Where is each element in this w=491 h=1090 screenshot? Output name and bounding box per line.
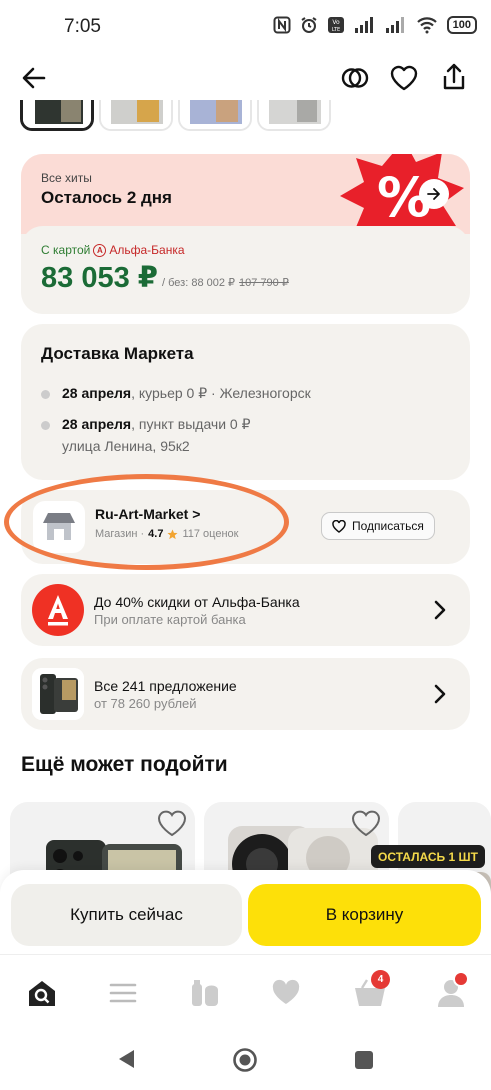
nav-products[interactable]: [185, 975, 225, 1011]
promo-arrow-button[interactable]: [419, 179, 449, 209]
heart-outline-icon[interactable]: [156, 808, 188, 838]
delivery-text: , курьер 0 ₽ · Железногорск: [131, 385, 311, 401]
buy-panel: Купить сейчас В корзину: [0, 870, 491, 954]
status-bar: 7:05 Vo LTE 100: [0, 0, 491, 54]
shop-rating: 4.7: [148, 528, 164, 540]
price-without-card: / без: 88 002 ₽: [162, 277, 236, 289]
star-icon: [167, 528, 178, 539]
promo-title: Осталось 2 дня: [41, 188, 172, 207]
bullet-icon: [41, 389, 50, 399]
pickup-address: улица Ленина, 95к2: [62, 438, 190, 454]
chevron-right-icon: >: [192, 506, 201, 522]
thumbnail-2[interactable]: [99, 100, 173, 131]
heart-outline-icon: [332, 519, 346, 533]
shop-logo-icon: [33, 501, 85, 553]
bank-name: Альфа-Банка: [109, 243, 185, 257]
signal-icon-2: [385, 17, 404, 33]
shop-card[interactable]: Ru-Art-Market > Магазин · 4.7 117 оценок…: [21, 490, 470, 564]
price-with-card: 83 053 ₽: [41, 262, 158, 294]
recents-square-icon[interactable]: [354, 1050, 374, 1070]
chevron-right-icon: [434, 600, 446, 620]
alarm-icon: [301, 17, 317, 33]
delivery-text: , пункт выдачи 0 ₽: [131, 416, 251, 432]
alfa-logo-icon: A: [93, 243, 107, 257]
stock-badge: ОСТАЛАСЬ 1 ШТ: [371, 845, 485, 868]
nav-favorites[interactable]: [266, 975, 306, 1011]
alfa-card-line: С картой A Альфа-Банка: [41, 243, 185, 257]
cart-count-badge: 4: [371, 970, 390, 989]
home-icon: [29, 981, 55, 1006]
thumbnail-1[interactable]: [20, 100, 94, 131]
shop-reviews: 117 оценок: [182, 528, 239, 540]
profile-notification-dot: [453, 971, 469, 987]
svg-text:Vo: Vo: [332, 19, 340, 26]
thumbnail-4[interactable]: [257, 100, 331, 131]
subscribe-button[interactable]: Подписаться: [321, 512, 435, 540]
delivery-date: 28 апреля: [62, 416, 132, 432]
bullet-icon: [41, 420, 50, 430]
status-time: 7:05: [64, 16, 101, 37]
share-button[interactable]: [434, 57, 474, 97]
top-bar: [0, 54, 491, 102]
compare-icon: [341, 68, 369, 88]
home-circle-icon[interactable]: [232, 1047, 258, 1073]
share-icon: [443, 63, 465, 90]
price-old: 107 790 ₽: [239, 277, 289, 289]
delivery-title: Доставка Маркета: [41, 344, 194, 363]
compare-button[interactable]: [335, 58, 375, 98]
alfa-bank-icon: [32, 584, 84, 636]
recommendations-title: Ещё может подойти: [21, 753, 228, 776]
all-offers-card[interactable]: Все 241 предложение от 78 260 рублей: [21, 658, 470, 730]
menu-icon: [109, 983, 137, 1003]
subscribe-label: Подписаться: [352, 519, 424, 533]
delivery-card[interactable]: Доставка Маркета 28 апреля, курьер 0 ₽ ·…: [21, 324, 470, 480]
all-offers-subtitle: от 78 260 рублей: [94, 696, 197, 711]
heart-filled-icon: [272, 979, 300, 1004]
arrow-right-icon: [427, 188, 440, 200]
shop-meta: Магазин · 4.7 117 оценок: [95, 528, 238, 540]
shop-name[interactable]: Ru-Art-Market >: [95, 506, 200, 522]
alfa-offer-title: До 40% скидки от Альфа-Банка: [94, 594, 300, 610]
back-triangle-icon[interactable]: [116, 1048, 136, 1070]
promo-banner[interactable]: Все хиты Осталось 2 дня %: [21, 154, 470, 252]
signal-icon: [354, 17, 373, 33]
back-button[interactable]: [14, 58, 54, 98]
promo-price-card: Все хиты Осталось 2 дня % С картой A Аль…: [21, 154, 470, 314]
alfa-offer-card[interactable]: До 40% скидки от Альфа-Банка При оплате …: [21, 574, 470, 646]
arrow-left-icon: [22, 67, 46, 89]
thumbnail-3[interactable]: [178, 100, 252, 131]
heart-outline-icon[interactable]: [350, 808, 382, 838]
nav-home[interactable]: [22, 975, 62, 1011]
delivery-row-courier: 28 апреля, курьер 0 ₽ · Железногорск: [41, 385, 311, 402]
bottom-nav: [0, 954, 491, 1030]
nfc-icon: [273, 16, 291, 34]
favorite-button[interactable]: [384, 58, 424, 98]
status-icons: Vo LTE 100: [273, 16, 477, 34]
buy-now-button[interactable]: Купить сейчас: [11, 884, 242, 946]
shop-type: Магазин ·: [95, 528, 145, 540]
alfa-offer-subtitle: При оплате картой банка: [94, 612, 246, 627]
wifi-icon: [416, 17, 437, 34]
add-to-cart-button[interactable]: В корзину: [248, 884, 481, 946]
shop-name-text: Ru-Art-Market: [95, 506, 189, 522]
price-details: / без: 88 002 ₽ 107 790 ₽: [162, 276, 289, 289]
system-nav: [0, 1030, 491, 1090]
battery-indicator: 100: [446, 16, 477, 34]
delivery-row-pickup: 28 апреля, пункт выдачи 0 ₽: [41, 416, 251, 433]
product-thumbnail: [32, 668, 84, 720]
gallery-thumbnails: [20, 100, 491, 132]
svg-text:LTE: LTE: [331, 27, 339, 33]
heart-icon: [390, 65, 418, 91]
groceries-icon: [192, 980, 218, 1006]
card-prefix: С картой: [41, 243, 91, 257]
volte-icon: VoLTE: [327, 17, 344, 33]
delivery-date: 28 апреля: [62, 385, 132, 401]
promo-subtitle: Все хиты: [41, 171, 92, 185]
nav-catalog[interactable]: [103, 975, 143, 1011]
all-offers-title: Все 241 предложение: [94, 678, 237, 694]
chevron-right-icon: [434, 684, 446, 704]
price-panel: С картой A Альфа-Банка 83 053 ₽ / без: 8…: [21, 226, 470, 314]
